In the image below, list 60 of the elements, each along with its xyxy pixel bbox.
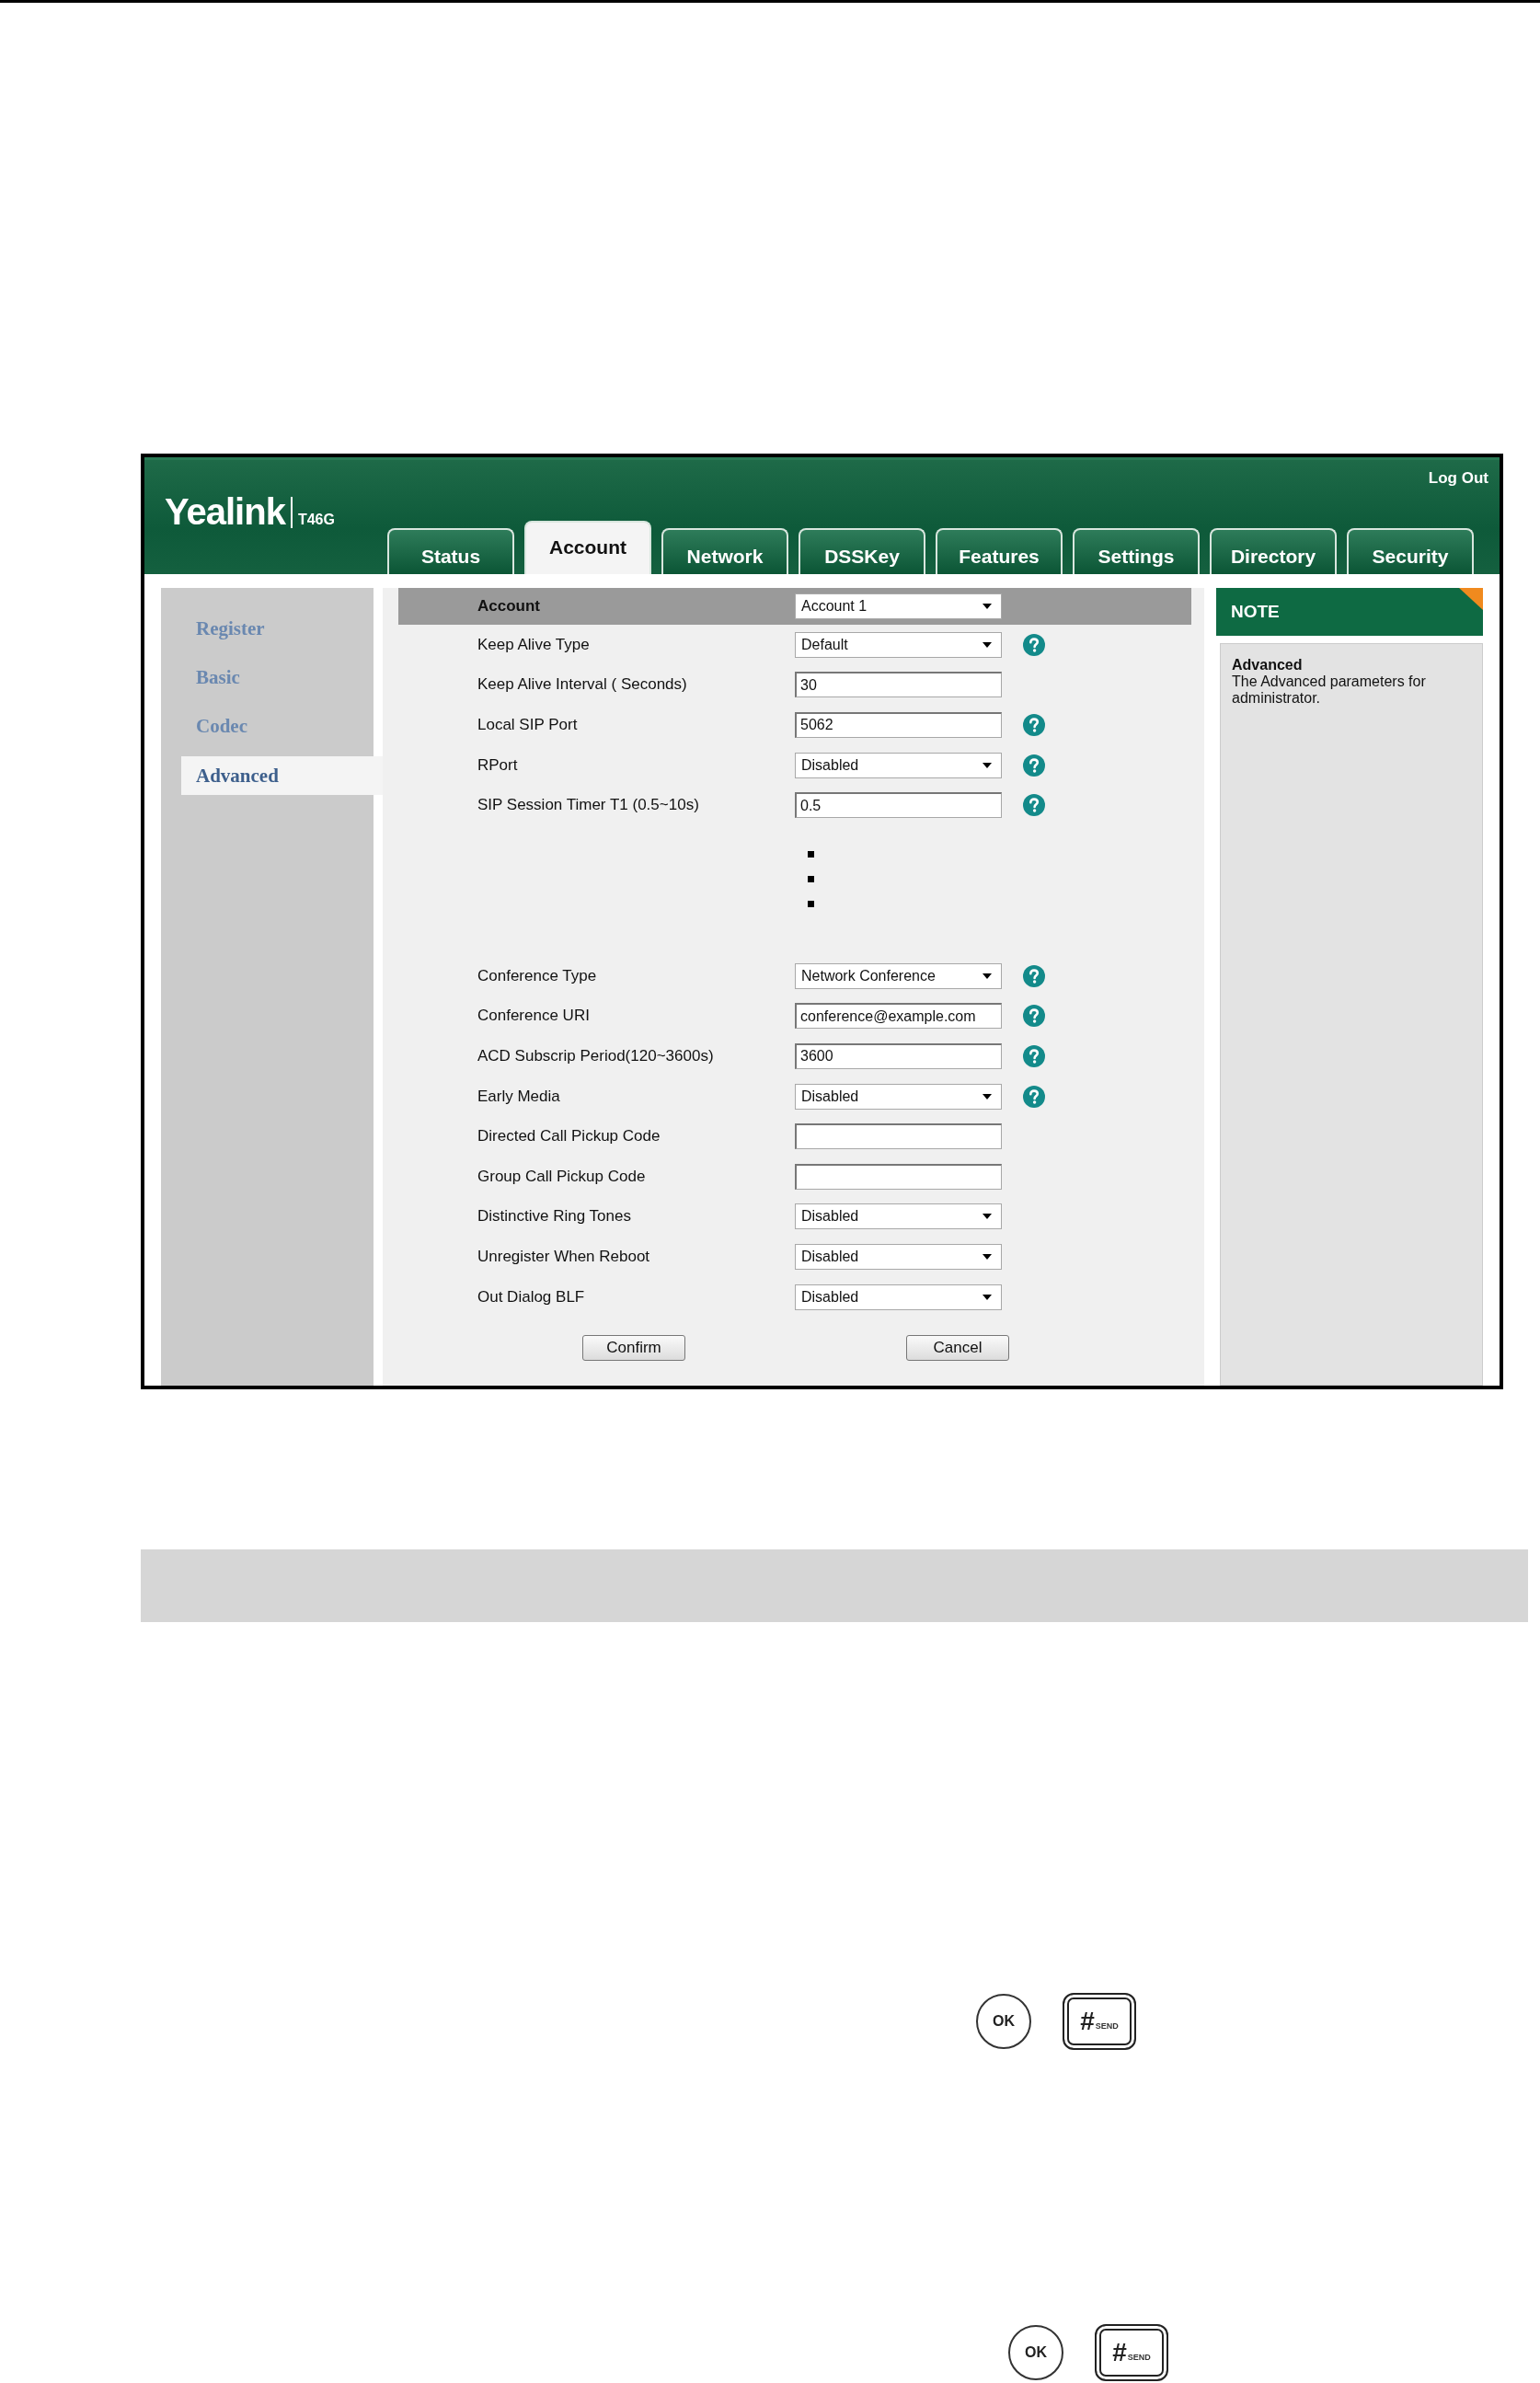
select-field[interactable]: Network Conference xyxy=(795,962,1002,989)
logout-link[interactable]: Log Out xyxy=(1428,469,1488,488)
input-field[interactable]: 5062 xyxy=(795,712,1002,738)
field-label: Local SIP Port xyxy=(477,716,579,734)
caret-icon xyxy=(983,1214,992,1220)
field-label: Conference Type xyxy=(477,966,598,985)
note-title: NOTE xyxy=(1231,602,1280,622)
select-field[interactable]: Default xyxy=(795,631,1002,658)
field-label: SIP Session Timer T1 (0.5~10s) xyxy=(477,796,700,815)
field-label: Directed Call Pickup Code xyxy=(477,1127,661,1146)
ok-key-icon: OK xyxy=(1008,2325,1063,2380)
send-key-icon: #SEND xyxy=(1095,2324,1168,2381)
note-text: The Advanced parameters for administrator. xyxy=(1232,673,1427,707)
select-field[interactable]: Account 1 xyxy=(795,593,1002,619)
logo: Yealink xyxy=(165,491,285,532)
field-label: Distinctive Ring Tones xyxy=(477,1207,632,1226)
tab[interactable]: Account xyxy=(524,521,651,574)
input-field[interactable]: 30 xyxy=(795,672,1002,698)
input-field[interactable]: 0.5 xyxy=(795,792,1002,819)
model-name: T46G xyxy=(297,512,335,528)
caret-icon xyxy=(983,1294,992,1300)
field-label: Early Media xyxy=(477,1087,561,1106)
tab[interactable]: Directory xyxy=(1210,528,1337,574)
ok-key-icon: OK xyxy=(976,1994,1031,2049)
input-field[interactable]: conference@example.com xyxy=(795,1003,1002,1030)
caret-icon xyxy=(983,641,992,648)
caret-icon xyxy=(983,604,992,609)
select-field[interactable]: Disabled xyxy=(795,1083,1002,1110)
corner-icon xyxy=(1459,588,1483,610)
field-label: Group Call Pickup Code xyxy=(477,1167,647,1186)
tab[interactable]: Security xyxy=(1347,528,1474,574)
field-label: RPort xyxy=(477,755,519,775)
select-field[interactable]: Disabled xyxy=(795,1243,1002,1270)
send-key-icon: #SEND xyxy=(1063,1993,1136,2050)
tab[interactable]: DSSKey xyxy=(799,528,925,574)
caret-icon xyxy=(983,1093,992,1099)
form-button[interactable]: Cancel xyxy=(906,1335,1009,1362)
field-label: Keep Alive Interval ( Seconds) xyxy=(477,675,688,695)
field-label: Out Dialog BLF xyxy=(477,1287,586,1307)
tab[interactable]: Network xyxy=(661,528,788,574)
select-field[interactable]: Disabled xyxy=(795,752,1002,778)
note-heading: Advanced xyxy=(1232,657,1304,673)
input-field[interactable] xyxy=(795,1123,1002,1150)
sidebar-item[interactable]: Advanced xyxy=(181,756,383,795)
field-label: Keep Alive Type xyxy=(477,635,591,654)
input-field[interactable] xyxy=(795,1163,1002,1190)
tab[interactable]: Status xyxy=(387,528,514,574)
caret-icon xyxy=(983,1253,992,1260)
field-label: ACD Subscrip Period(120~3600s) xyxy=(477,1046,715,1065)
tab[interactable]: Settings xyxy=(1073,528,1200,574)
field-label: Unregister When Reboot xyxy=(477,1247,651,1266)
input-field[interactable]: 3600 xyxy=(795,1042,1002,1069)
select-field[interactable]: Disabled xyxy=(795,1203,1002,1230)
caret-icon xyxy=(983,762,992,768)
form-button[interactable]: Confirm xyxy=(582,1335,685,1362)
field-label: Account xyxy=(477,597,541,616)
field-label: Conference URI xyxy=(477,1007,591,1026)
tab[interactable]: Features xyxy=(936,528,1063,574)
select-field[interactable]: Disabled xyxy=(795,1284,1002,1310)
caret-icon xyxy=(983,973,992,979)
